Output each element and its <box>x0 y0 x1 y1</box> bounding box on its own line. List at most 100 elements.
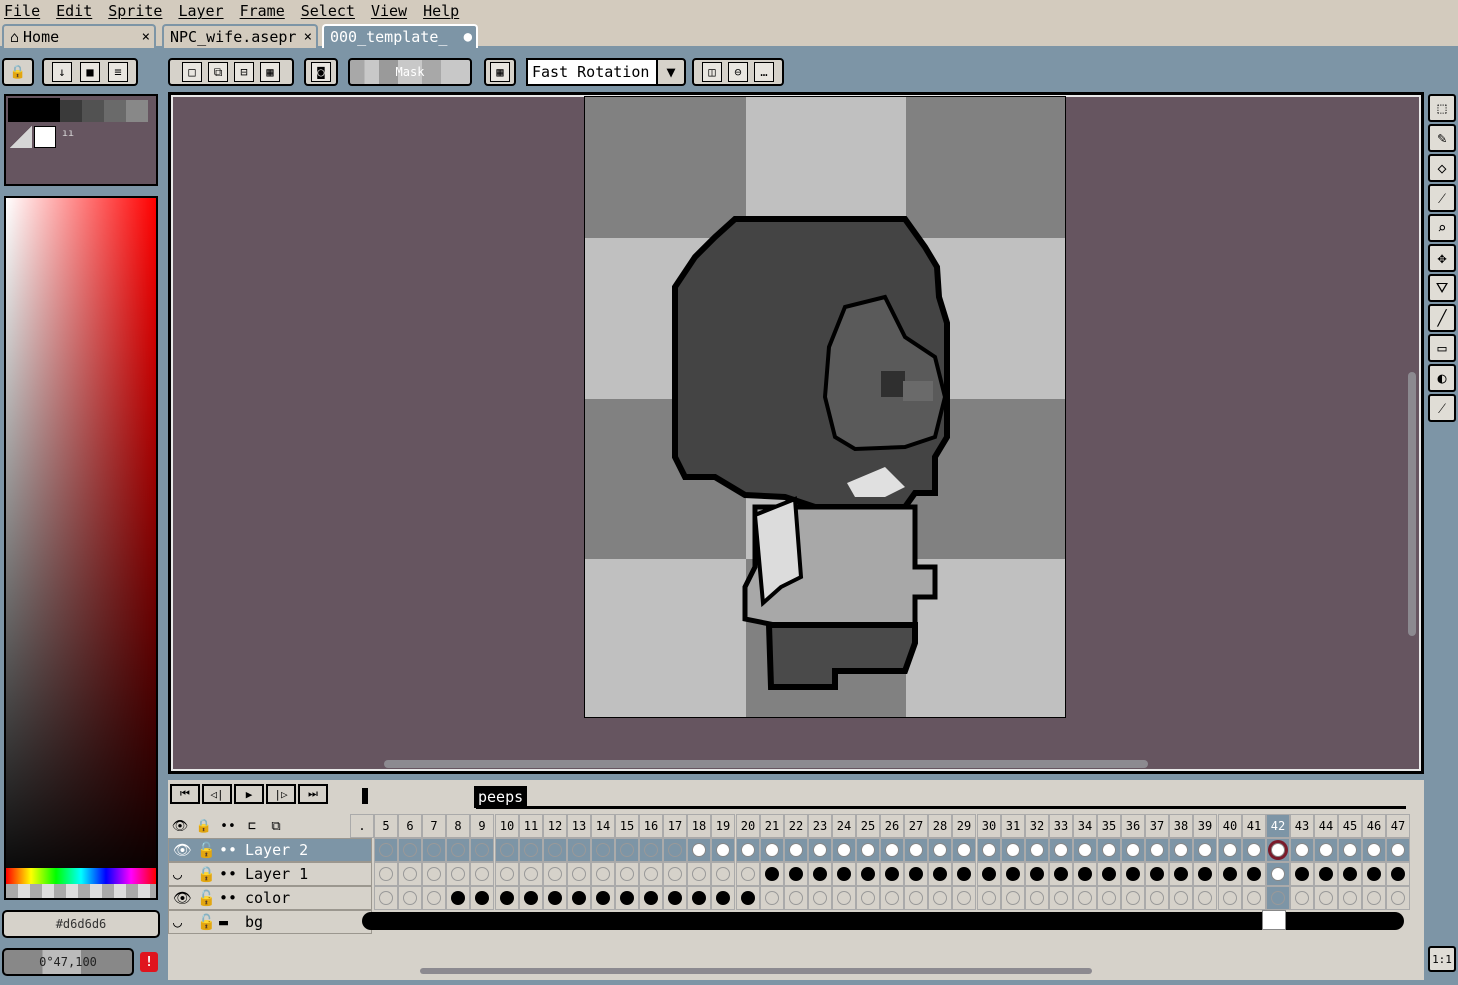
menu-sprite[interactable]: Sprite <box>108 2 170 20</box>
unlock-icon[interactable]: 🔓 <box>197 889 216 907</box>
frame-number[interactable]: 45 <box>1338 814 1362 838</box>
cel[interactable] <box>928 886 952 910</box>
cel[interactable] <box>1049 862 1073 886</box>
frame-number[interactable]: 16 <box>639 814 663 838</box>
cel[interactable] <box>880 886 904 910</box>
cel[interactable] <box>952 886 976 910</box>
cel[interactable] <box>711 838 735 862</box>
menu-frame[interactable]: Frame <box>240 2 293 20</box>
cel[interactable] <box>760 862 784 886</box>
frame-number[interactable]: 44 <box>1314 814 1338 838</box>
tab-template[interactable]: 000_template_ ● <box>322 24 478 48</box>
continuous-icon[interactable]: •• <box>219 841 237 859</box>
cel[interactable] <box>1097 886 1121 910</box>
eye-closed-icon[interactable]: ◡ <box>173 865 182 883</box>
cel[interactable] <box>543 886 567 910</box>
move-icon[interactable]: ✥ <box>1428 244 1456 272</box>
palette-swatch[interactable] <box>34 126 56 148</box>
cel[interactable] <box>1362 886 1386 910</box>
timeline-horizontal-scrollbar[interactable] <box>420 968 1092 974</box>
cel[interactable] <box>663 886 687 910</box>
cel[interactable] <box>1338 886 1362 910</box>
cel[interactable] <box>832 886 856 910</box>
layer-row-bg[interactable]: ◡ 🔓 ▬ bg <box>168 910 372 934</box>
cel[interactable] <box>422 862 446 886</box>
alpha-slider[interactable] <box>6 884 156 898</box>
cel[interactable] <box>1001 886 1025 910</box>
cel[interactable] <box>784 862 808 886</box>
blur-icon[interactable]: ⁄ <box>1428 394 1456 422</box>
cel[interactable] <box>591 886 615 910</box>
layer-row-layer-1[interactable]: ◡ 🔒 •• Layer 1 <box>168 862 372 886</box>
cel[interactable] <box>422 886 446 910</box>
cel[interactable] <box>1145 862 1169 886</box>
cel[interactable] <box>519 886 543 910</box>
cel[interactable] <box>663 862 687 886</box>
frame-number[interactable]: 22 <box>784 814 808 838</box>
frame-number[interactable]: 11 <box>519 814 543 838</box>
continuous-icon[interactable]: •• <box>219 865 237 883</box>
tab-home[interactable]: ⌂ Home × <box>2 24 156 48</box>
cel[interactable] <box>1266 886 1290 910</box>
cel[interactable] <box>808 886 832 910</box>
frame-number[interactable]: 43 <box>1290 814 1314 838</box>
palette-swatch[interactable] <box>60 100 82 122</box>
hex-color-field[interactable]: #d6d6d6 <box>2 910 160 938</box>
frame-number[interactable]: 37 <box>1145 814 1169 838</box>
frame-number[interactable]: 35 <box>1097 814 1121 838</box>
cel[interactable] <box>880 862 904 886</box>
frame-number[interactable]: 28 <box>928 814 952 838</box>
cel[interactable] <box>928 862 952 886</box>
play-icon[interactable]: ▶ <box>234 784 264 804</box>
drop-pixels-icon[interactable]: ◫ <box>702 62 722 82</box>
modified-dot-icon[interactable]: ● <box>464 29 472 45</box>
cel[interactable] <box>543 862 567 886</box>
cel[interactable] <box>1145 886 1169 910</box>
cel[interactable] <box>591 838 615 862</box>
cel[interactable] <box>1073 838 1097 862</box>
palette-swatch[interactable] <box>104 100 126 122</box>
frame-number[interactable]: 20 <box>736 814 760 838</box>
cel[interactable] <box>1193 838 1217 862</box>
cel[interactable] <box>832 838 856 862</box>
cel[interactable] <box>1314 862 1338 886</box>
cel[interactable] <box>398 838 422 862</box>
cel[interactable] <box>567 862 591 886</box>
frame-number[interactable]: 39 <box>1193 814 1217 838</box>
cel[interactable] <box>1025 862 1049 886</box>
cel[interactable] <box>1121 838 1145 862</box>
cel[interactable] <box>1362 838 1386 862</box>
cel[interactable] <box>1266 838 1290 862</box>
color-spectrum[interactable] <box>4 196 158 900</box>
cel[interactable] <box>1025 886 1049 910</box>
cel[interactable] <box>374 838 398 862</box>
hue-slider[interactable] <box>6 868 156 884</box>
close-icon[interactable]: × <box>304 29 312 45</box>
frame-number[interactable]: 10 <box>495 814 519 838</box>
cel[interactable] <box>1314 886 1338 910</box>
cel[interactable] <box>615 838 639 862</box>
cel[interactable] <box>1169 838 1193 862</box>
stop-icon[interactable]: ■ <box>80 62 100 82</box>
cel[interactable] <box>760 886 784 910</box>
cel[interactable] <box>1242 886 1266 910</box>
chevron-down-icon[interactable]: ▼ <box>656 58 686 86</box>
cel[interactable] <box>567 886 591 910</box>
cel[interactable] <box>470 838 494 862</box>
frame-number[interactable]: 12 <box>543 814 567 838</box>
cel[interactable] <box>1338 862 1362 886</box>
cel[interactable] <box>374 862 398 886</box>
intersect-selection-icon[interactable]: ▦ <box>260 62 280 82</box>
tag-label[interactable]: peeps <box>474 786 528 808</box>
arrow-down-icon[interactable]: ↓ <box>52 62 72 82</box>
cel[interactable] <box>1025 838 1049 862</box>
cel[interactable] <box>1121 886 1145 910</box>
cel[interactable] <box>1193 886 1217 910</box>
menu-file[interactable]: File <box>4 2 48 20</box>
palette-swatch[interactable] <box>126 100 148 122</box>
previous-frame-icon[interactable]: ◁| <box>202 784 232 804</box>
cel[interactable] <box>711 862 735 886</box>
cel[interactable] <box>977 862 1001 886</box>
cel[interactable] <box>1362 862 1386 886</box>
bg-current-cel[interactable] <box>1262 910 1286 930</box>
